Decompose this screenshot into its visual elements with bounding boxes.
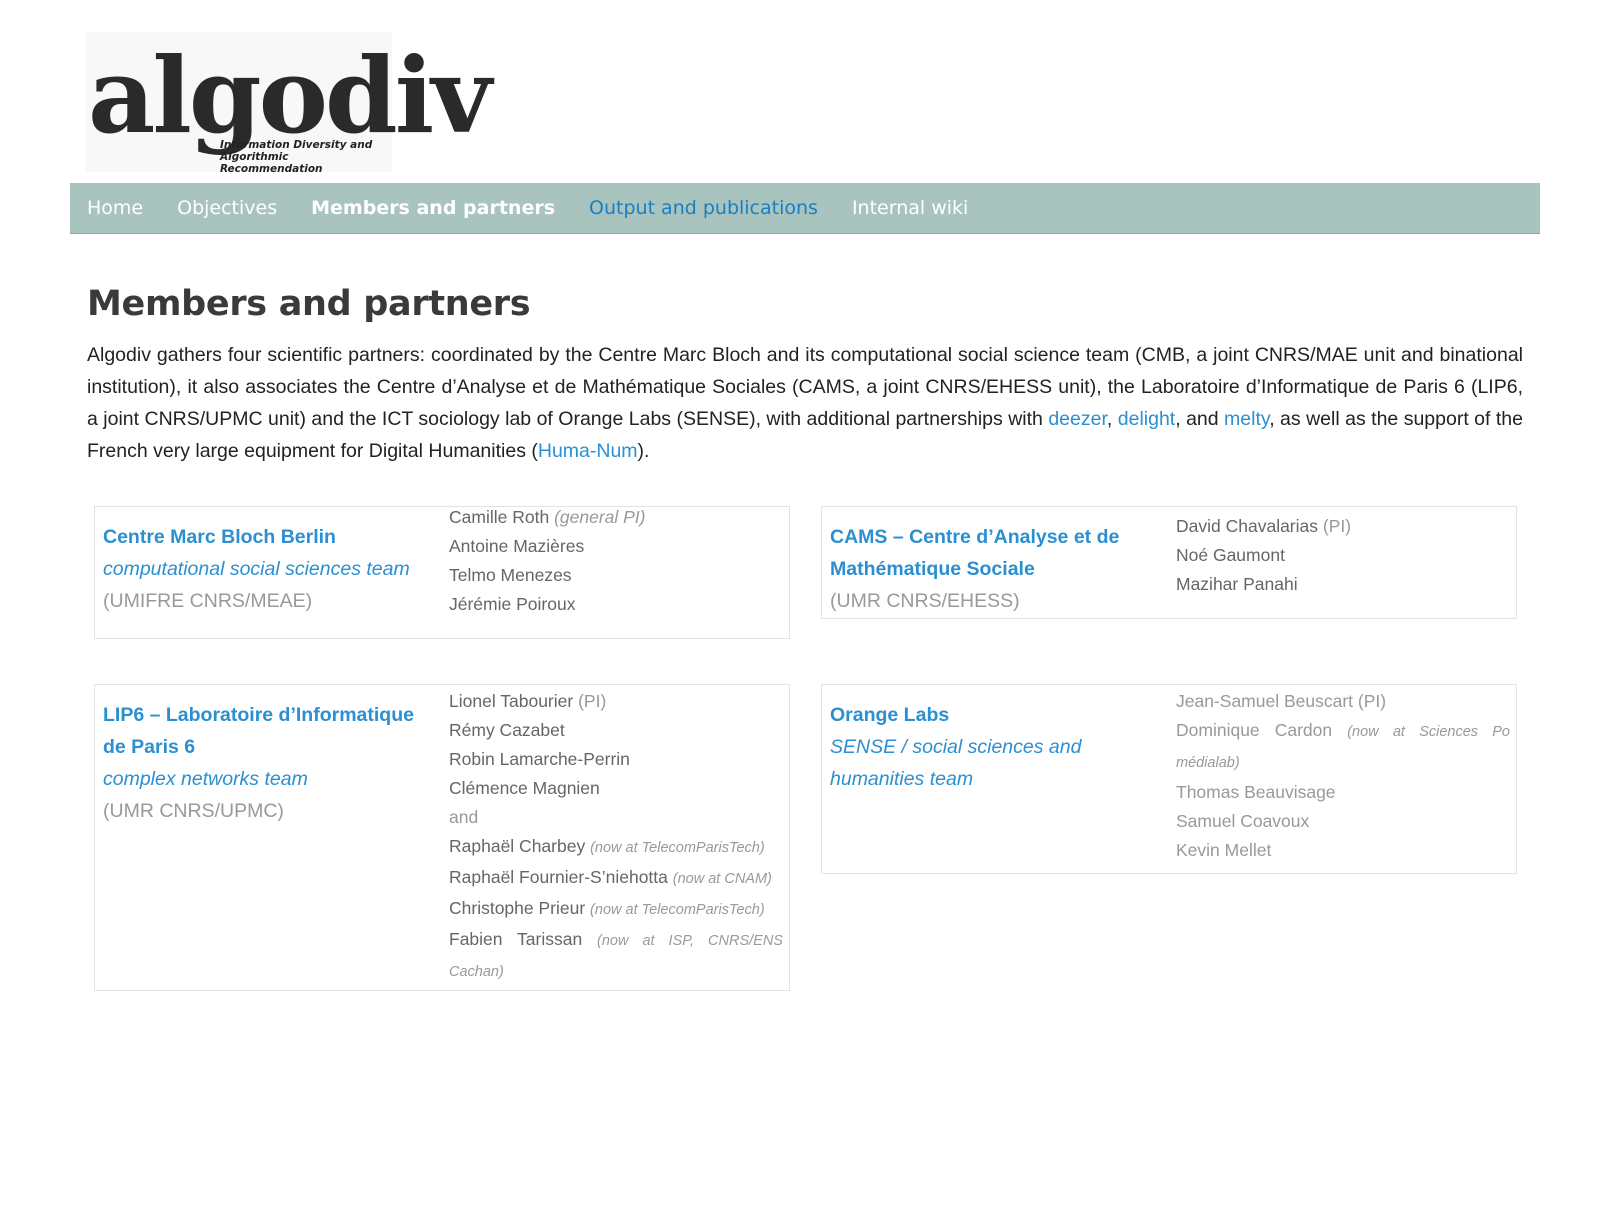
partner-unit: (UMIFRE CNRS/MEAE) [103, 590, 313, 612]
partner-org: CAMS – Centre d’Analyse et de Mathématiq… [830, 521, 1160, 617]
deezer-link[interactable]: deezer [1048, 408, 1107, 430]
member: David Chavalarias (PI) [1176, 512, 1351, 541]
member: Kevin Mellet [1176, 840, 1272, 860]
nav-output-and-publications[interactable]: Output and publications [589, 197, 818, 219]
member: Camille Roth (general PI) [449, 503, 646, 532]
member: Samuel Coavoux [1176, 811, 1310, 831]
member-name: Jean-Samuel Beuscart [1176, 691, 1354, 711]
nav-internal-wiki[interactable]: Internal wiki [852, 197, 968, 219]
intro-separator: , [1106, 408, 1118, 430]
nav-home[interactable]: Home [87, 197, 143, 219]
member: Rémy Cazabet [449, 720, 565, 740]
member-list: Lionel Tabourier (PI) Rémy Cazabet Robin… [449, 687, 783, 987]
member-name: Lionel Tabourier [449, 691, 574, 711]
partner-name: Centre Marc Bloch Berlin [103, 526, 336, 548]
logo-tagline-line-1: Information Diversity and [220, 139, 373, 151]
member: Telmo Menezes [449, 565, 572, 585]
member: Fabien Tarissan (now at ISP, CNRS/ENS Ca… [449, 925, 783, 987]
member-name: Raphaël Fournier-S’niehotta [449, 867, 668, 887]
member-separator: and [449, 807, 479, 827]
member-role: (PI) [1357, 691, 1387, 711]
partner-org: Centre Marc Bloch Berlin computational s… [103, 521, 433, 617]
partner-card-cmb: Centre Marc Bloch Berlin computational s… [94, 506, 790, 639]
partner-org: LIP6 – Laboratoire d’Informatique de Par… [103, 699, 433, 827]
member-role: (general PI) [554, 507, 646, 527]
member: Christophe Prieur (now at TelecomParisTe… [449, 894, 783, 925]
member: Thomas Beauvisage [1176, 782, 1336, 802]
member: Dominique Cardon (now at Sciences Po méd… [1176, 716, 1510, 778]
member-role: (PI) [1322, 516, 1352, 536]
partner-team: complex networks team [103, 768, 308, 790]
member-list: David Chavalarias (PI) Noé Gaumont Mazih… [1176, 512, 1351, 599]
member-role: (PI) [578, 691, 607, 711]
member: Robin Lamarche-Perrin [449, 749, 630, 769]
partner-unit: (UMR CNRS/UPMC) [103, 800, 284, 822]
member: Raphaël Fournier-S’niehotta (now at CNAM… [449, 863, 783, 894]
intro-paragraph: Algodiv gathers four scientific partners… [87, 339, 1523, 467]
member-note: (now at TelecomParisTech) [590, 840, 765, 856]
member: Jérémie Poiroux [449, 594, 576, 614]
delight-link[interactable]: delight [1118, 408, 1175, 430]
member-list: Jean-Samuel Beuscart (PI) Dominique Card… [1176, 687, 1510, 865]
member-name: David Chavalarias [1176, 516, 1319, 536]
member: Raphaël Charbey (now at TelecomParisTech… [449, 832, 783, 863]
page-title: Members and partners [87, 284, 531, 324]
partner-card-cams: CAMS – Centre d’Analyse et de Mathématiq… [821, 506, 1517, 619]
nav-members-and-partners[interactable]: Members and partners [311, 197, 555, 219]
member-name: Raphaël Charbey [449, 836, 586, 856]
intro-text: ). [637, 440, 650, 462]
member-name: Christophe Prieur [449, 898, 586, 918]
melty-link[interactable]: melty [1224, 408, 1269, 430]
logo-tagline-line-2: Algorithmic Recommendation [220, 151, 323, 175]
member-list: Camille Roth (general PI) Antoine Mazièr… [449, 503, 646, 619]
main-navigation: Home Objectives Members and partners Out… [70, 183, 1540, 234]
partner-team: computational social sciences team [103, 558, 410, 580]
intro-separator: , and [1175, 408, 1225, 430]
partner-name: LIP6 – Laboratoire d’Informatique de Par… [103, 704, 414, 758]
member-note: (now at CNAM) [672, 871, 772, 887]
nav-objectives[interactable]: Objectives [177, 197, 277, 219]
site-logo[interactable]: algodiv Information Diversity and Algori… [86, 32, 492, 175]
member: Clémence Magnien [449, 778, 600, 798]
partner-name: Orange Labs [830, 704, 950, 726]
partner-unit: (UMR CNRS/EHESS) [830, 590, 1020, 612]
partner-team: SENSE / social sciences and humanities t… [830, 736, 1082, 790]
member: Noé Gaumont [1176, 545, 1285, 565]
member: Antoine Mazières [449, 536, 585, 556]
member-name: Camille Roth [449, 507, 550, 527]
member-name: Dominique Cardon [1176, 720, 1333, 740]
member: Lionel Tabourier (PI) [449, 687, 783, 716]
member: Jean-Samuel Beuscart (PI) [1176, 687, 1510, 716]
partner-card-lip6: LIP6 – Laboratoire d’Informatique de Par… [94, 684, 790, 991]
member: Mazihar Panahi [1176, 574, 1298, 594]
logo-tagline: Information Diversity and Algorithmic Re… [220, 139, 392, 175]
member-name: Fabien Tarissan [449, 929, 583, 949]
partner-org: Orange Labs SENSE / social sciences and … [830, 699, 1160, 795]
huma-num-link[interactable]: Huma-Num [538, 440, 638, 462]
member-note: (now at TelecomParisTech) [590, 902, 765, 918]
partner-card-orange: Orange Labs SENSE / social sciences and … [821, 684, 1517, 874]
partner-name: CAMS – Centre d’Analyse et de Mathématiq… [830, 526, 1120, 580]
